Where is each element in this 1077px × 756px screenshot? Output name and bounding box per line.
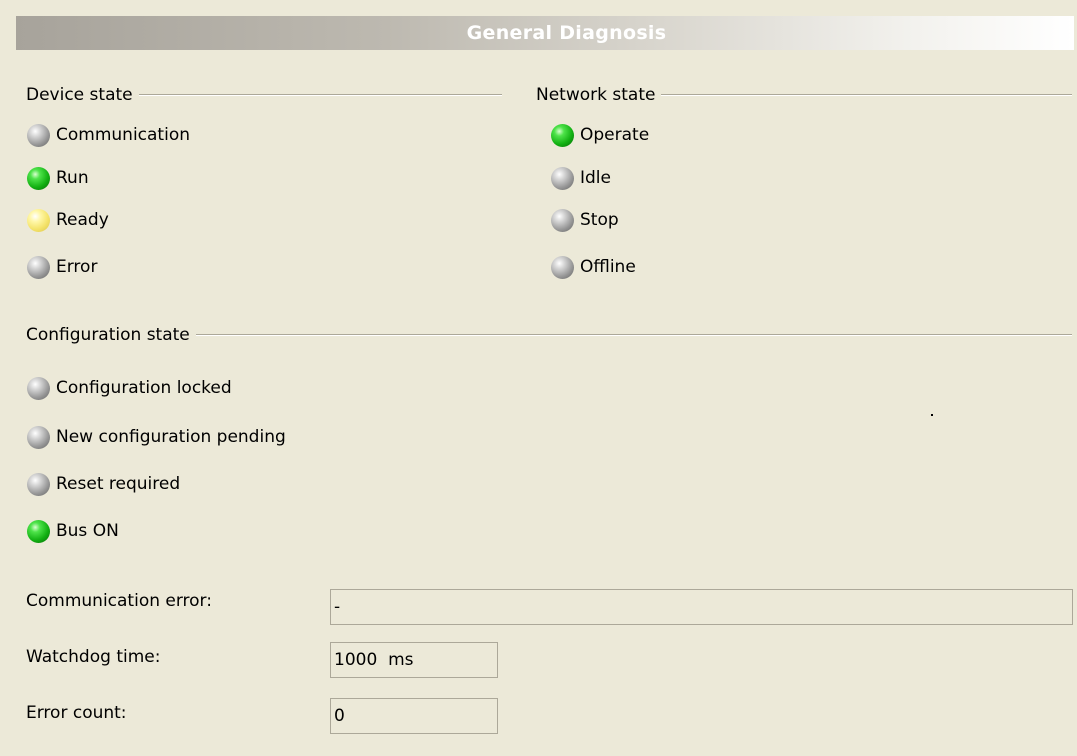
status-led-icon: [27, 519, 50, 543]
communication-error-label: Communication error:: [26, 591, 212, 611]
status-led-icon: [551, 166, 574, 190]
status-led-icon: [551, 123, 574, 147]
device-state-ready: Ready: [27, 206, 109, 234]
bus-on: Bus ON: [27, 517, 119, 545]
device-state-run: Run: [27, 164, 89, 192]
network-state-idle: Idle: [551, 164, 611, 192]
led-label: Operate: [580, 125, 650, 145]
reset-required: Reset required: [27, 470, 180, 498]
status-led-icon: [27, 123, 50, 147]
error-count-field[interactable]: 0: [330, 698, 498, 734]
led-label: Run: [56, 168, 89, 188]
status-led-icon: [27, 376, 50, 400]
status-led-icon: [551, 208, 574, 232]
led-label: Idle: [580, 168, 611, 188]
divider: [195, 334, 1072, 336]
stray-dot: [931, 414, 933, 416]
led-label: Communication: [56, 125, 190, 145]
led-label: Reset required: [56, 474, 181, 494]
led-label: Stop: [580, 210, 619, 230]
divider: [661, 94, 1072, 96]
error-count-label: Error count:: [26, 703, 127, 723]
device-state-group-title: Device state: [26, 84, 502, 106]
network-state-offline: Offline: [551, 253, 636, 281]
status-led-icon: [27, 166, 50, 190]
header-bar: General Diagnosis: [16, 16, 1074, 50]
device-state-title: Device state: [26, 85, 133, 105]
led-label: Error: [56, 257, 98, 277]
divider: [138, 94, 502, 96]
device-state-error: Error: [27, 253, 97, 281]
led-label: Configuration locked: [56, 378, 232, 398]
configuration-state-title: Configuration state: [26, 325, 190, 345]
status-led-icon: [27, 425, 50, 449]
configuration-locked: Configuration locked: [27, 374, 232, 402]
status-led-icon: [27, 208, 50, 232]
led-label: Bus ON: [56, 521, 119, 541]
communication-error-field[interactable]: -: [330, 589, 1073, 625]
watchdog-time-label: Watchdog time:: [26, 647, 161, 667]
status-led-icon: [551, 255, 574, 279]
network-state-title: Network state: [536, 85, 656, 105]
led-label: New configuration pending: [56, 427, 286, 447]
led-label: Ready: [56, 210, 109, 230]
status-led-icon: [27, 472, 50, 496]
configuration-state-group-title: Configuration state: [26, 324, 1072, 346]
led-label: Offline: [580, 257, 636, 277]
network-state-stop: Stop: [551, 206, 619, 234]
page-title: General Diagnosis: [466, 22, 667, 44]
watchdog-time-field[interactable]: 1000 ms: [330, 642, 498, 678]
new-configuration-pending: New configuration pending: [27, 423, 286, 451]
status-led-icon: [27, 255, 50, 279]
network-state-group-title: Network state: [536, 84, 1072, 106]
network-state-operate: Operate: [551, 121, 649, 149]
device-state-communication: Communication: [27, 121, 190, 149]
